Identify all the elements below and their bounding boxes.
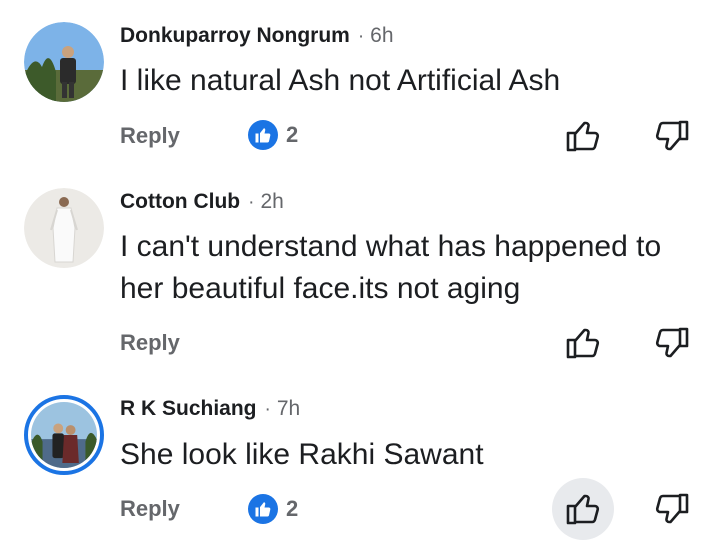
avatar[interactable] <box>24 188 104 268</box>
comment-text: I like natural Ash not Artificial Ash <box>120 64 561 97</box>
thumbs-down-icon <box>655 327 689 358</box>
comment-text: She look like Rakhi Sawant <box>120 438 484 471</box>
downvote-button[interactable] <box>652 489 692 529</box>
upvote-button[interactable] <box>563 323 603 363</box>
comment-header: Cotton Club · 2h <box>120 190 284 214</box>
thumbs-down-icon <box>655 493 689 524</box>
thumbs-down-icon <box>655 120 689 151</box>
upvote-button[interactable] <box>563 489 603 529</box>
user-photo-icon <box>24 22 104 102</box>
separator-dot: · <box>248 192 255 213</box>
reaction-summary[interactable]: 2 <box>248 120 298 150</box>
comment-header: R K Suchiang · 7h <box>120 397 300 421</box>
like-count: 2 <box>286 496 299 521</box>
thumbs-up-icon <box>566 328 600 359</box>
author-name[interactable]: R K Suchiang <box>120 397 257 421</box>
user-photo-icon <box>31 402 97 468</box>
timestamp[interactable]: 6h <box>370 24 393 48</box>
comment-header: Donkuparroy Nongrum · 6h <box>120 24 394 48</box>
user-photo-icon <box>24 188 104 268</box>
author-name[interactable]: Cotton Club <box>120 190 240 214</box>
reply-button[interactable]: Reply <box>120 123 180 149</box>
downvote-button[interactable] <box>652 116 692 156</box>
reply-button[interactable]: Reply <box>120 496 180 522</box>
thumbs-up-icon <box>566 494 600 525</box>
comment-text: I can't understand what has happened to … <box>120 230 662 305</box>
thumbs-up-icon <box>566 121 600 152</box>
upvote-button[interactable] <box>563 116 603 156</box>
timestamp[interactable]: 7h <box>277 397 300 421</box>
like-count: 2 <box>286 122 299 147</box>
author-name[interactable]: Donkuparroy Nongrum <box>120 24 350 48</box>
avatar[interactable] <box>24 22 104 102</box>
timestamp[interactable]: 2h <box>260 190 283 214</box>
separator-dot: · <box>357 26 365 47</box>
reaction-summary[interactable]: 2 <box>248 494 298 524</box>
avatar[interactable] <box>24 395 104 475</box>
like-reaction-icon <box>248 494 278 524</box>
separator-dot: · <box>264 399 271 420</box>
downvote-button[interactable] <box>652 323 692 363</box>
reply-button[interactable]: Reply <box>120 330 180 356</box>
like-reaction-icon <box>248 120 278 150</box>
